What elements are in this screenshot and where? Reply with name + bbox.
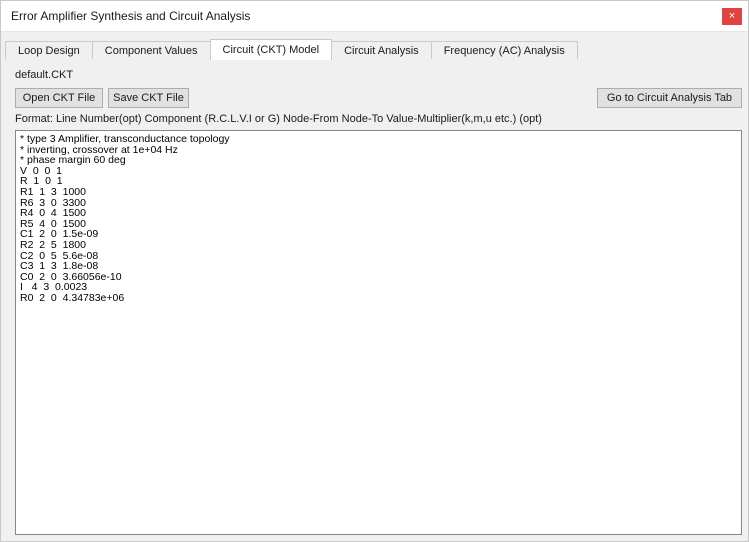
circuit-model-panel: default.CKT Open CKT File Save CKT File …	[5, 59, 744, 537]
save-ckt-file-button[interactable]: Save CKT File	[108, 88, 189, 108]
format-hint: Format: Line Number(opt) Component (R.C.…	[15, 113, 542, 125]
netlist-line: R0 2 0 4.34783e+06	[20, 291, 125, 304]
app-window: Error Amplifier Synthesis and Circuit An…	[0, 0, 749, 542]
netlist-line: * type 3 Amplifier, transconductance top…	[20, 133, 230, 145]
netlist-line: V 0 0 1	[20, 164, 63, 177]
netlist-editor[interactable]: * type 3 Amplifier, transconductance top…	[15, 130, 742, 535]
netlist-line: R6 3 0 3300	[20, 196, 86, 209]
tab-circuit-model[interactable]: Circuit (CKT) Model	[209, 39, 333, 60]
tab-strip: Loop Design Component Values Circuit (CK…	[5, 39, 578, 60]
netlist-line: C1 2 0 1.5e-09	[20, 228, 99, 241]
netlist-line: C2 0 5 5.6e-08	[20, 249, 99, 262]
netlist-line: * inverting, crossover at 1e+04 Hz	[20, 143, 178, 156]
go-to-circuit-analysis-button[interactable]: Go to Circuit Analysis Tab	[597, 88, 742, 108]
netlist-line: C3 1 3 1.8e-08	[20, 260, 99, 273]
netlist-line: C0 2 0 3.66056e-10	[20, 270, 122, 283]
tab-frequency-analysis[interactable]: Frequency (AC) Analysis	[430, 41, 578, 60]
netlist-line: I 4 3 0.0023	[20, 281, 88, 294]
title-bar[interactable]: Error Amplifier Synthesis and Circuit An…	[1, 1, 748, 32]
netlist-line: R 1 0 1	[20, 175, 63, 188]
close-icon: ×	[728, 10, 736, 22]
tab-loop-design[interactable]: Loop Design	[5, 41, 93, 60]
window-title: Error Amplifier Synthesis and Circuit An…	[11, 9, 251, 23]
close-button[interactable]: ×	[722, 8, 742, 25]
open-ckt-file-button[interactable]: Open CKT File	[15, 88, 103, 108]
netlist-line: * phase margin 60 deg	[20, 154, 126, 167]
tab-component-values[interactable]: Component Values	[91, 41, 211, 60]
netlist-line: R5 4 0 1500	[20, 217, 86, 230]
tab-circuit-analysis[interactable]: Circuit Analysis	[331, 41, 432, 60]
file-name-label: default.CKT	[15, 69, 74, 81]
netlist-line: R4 0 4 1500	[20, 207, 86, 220]
netlist-line: R2 2 5 1800	[20, 238, 86, 251]
netlist-line: R1 1 3 1000	[20, 185, 86, 198]
